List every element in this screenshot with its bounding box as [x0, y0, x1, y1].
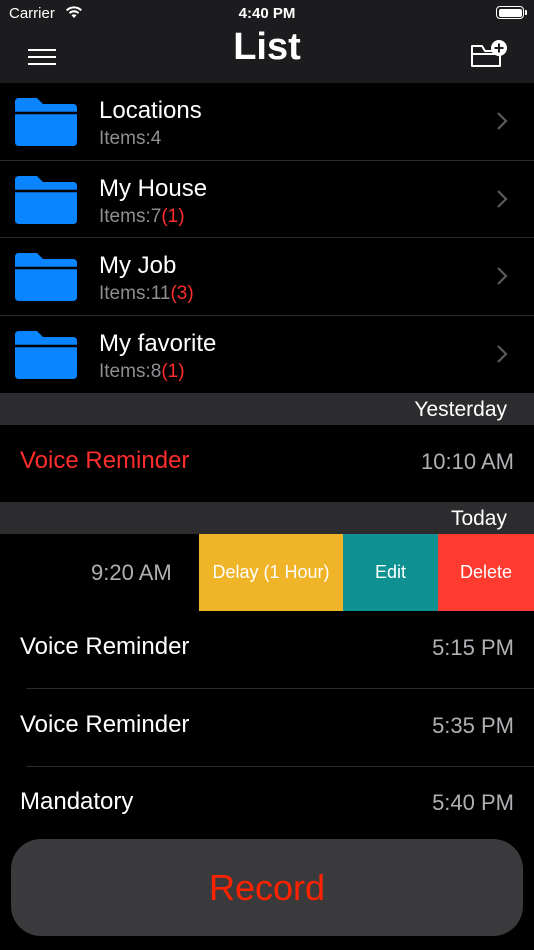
reminder-row[interactable]: Mandatory 5:40 PM — [0, 766, 534, 843]
folder-name: My House — [99, 174, 208, 202]
folder-icon — [15, 98, 77, 146]
status-bar: Carrier 4:40 PM — [0, 0, 534, 28]
folder-name: My favorite — [99, 329, 217, 357]
unread-badge: (3) — [170, 283, 194, 304]
folder-plus-icon — [471, 40, 507, 67]
unread-badge: (1) — [161, 360, 185, 382]
folder-icon — [15, 175, 77, 224]
folder-row-my-house[interactable]: My House Items:7(1) — [0, 161, 534, 238]
reminder-row[interactable]: Voice Reminder 5:35 PM — [0, 689, 534, 766]
edit-button[interactable]: Edit — [343, 534, 438, 611]
reminder-time: 10:10 AM — [421, 449, 514, 474]
folder-row-locations[interactable]: Locations Items:4 — [0, 83, 534, 161]
folder-row-my-job[interactable]: My Job Items:11(3) — [0, 238, 534, 316]
reminder-time: 5:40 PM — [432, 790, 514, 815]
delay-button[interactable]: Delay (1 Hour) — [199, 534, 343, 611]
folder-item-count: Items:4 — [99, 128, 162, 149]
reminder-time: 5:15 PM — [432, 635, 514, 660]
folder-icon — [15, 253, 77, 301]
folder-item-count: Items:8(1) — [99, 360, 185, 382]
swiped-reminder-row[interactable]: 9:20 AM Delay (1 Hour) Edit Delete — [0, 534, 534, 611]
folder-item-count: Items:7(1) — [99, 205, 185, 227]
chevron-right-icon — [497, 344, 508, 363]
page-title: List — [233, 26, 301, 68]
section-header-today: Today — [0, 502, 534, 534]
reminder-time: 5:35 PM — [432, 713, 514, 738]
reminder-time: 9:20 AM — [91, 560, 172, 585]
status-time: 4:40 PM — [238, 5, 296, 22]
section-header-yesterday: Yesterday — [0, 393, 534, 425]
unread-badge: (1) — [161, 205, 185, 227]
section-title: Yesterday — [414, 398, 507, 421]
record-button[interactable]: Record — [11, 839, 523, 936]
reminder-title: Voice Reminder — [20, 447, 190, 474]
folder-name: Locations — [99, 97, 202, 124]
folder-name: My Job — [99, 252, 177, 279]
add-folder-button[interactable] — [470, 39, 508, 69]
reminder-title: Mandatory — [20, 788, 134, 815]
folder-row-my-favorite[interactable]: My favorite Items:8(1) — [0, 316, 534, 394]
reminder-row[interactable]: Voice Reminder 5:15 PM — [0, 611, 534, 688]
chevron-right-icon — [497, 267, 508, 285]
folder-item-count: Items:11(3) — [99, 283, 194, 304]
top-bar: Carrier 4:40 PM List — [0, 0, 534, 83]
folder-icon — [15, 330, 77, 379]
delete-button[interactable]: Delete — [438, 534, 534, 611]
chevron-right-icon — [497, 189, 508, 208]
section-title: Today — [450, 507, 507, 530]
reminder-title: Voice Reminder — [20, 633, 190, 660]
battery-icon — [496, 6, 527, 19]
chevron-right-icon — [497, 112, 508, 130]
reminder-title: Voice Reminder — [20, 711, 190, 738]
reminder-row[interactable]: Voice Reminder 10:10 AM — [0, 425, 534, 502]
folder-list: Locations Items:4 My House Items:7(1) My… — [0, 83, 534, 393]
